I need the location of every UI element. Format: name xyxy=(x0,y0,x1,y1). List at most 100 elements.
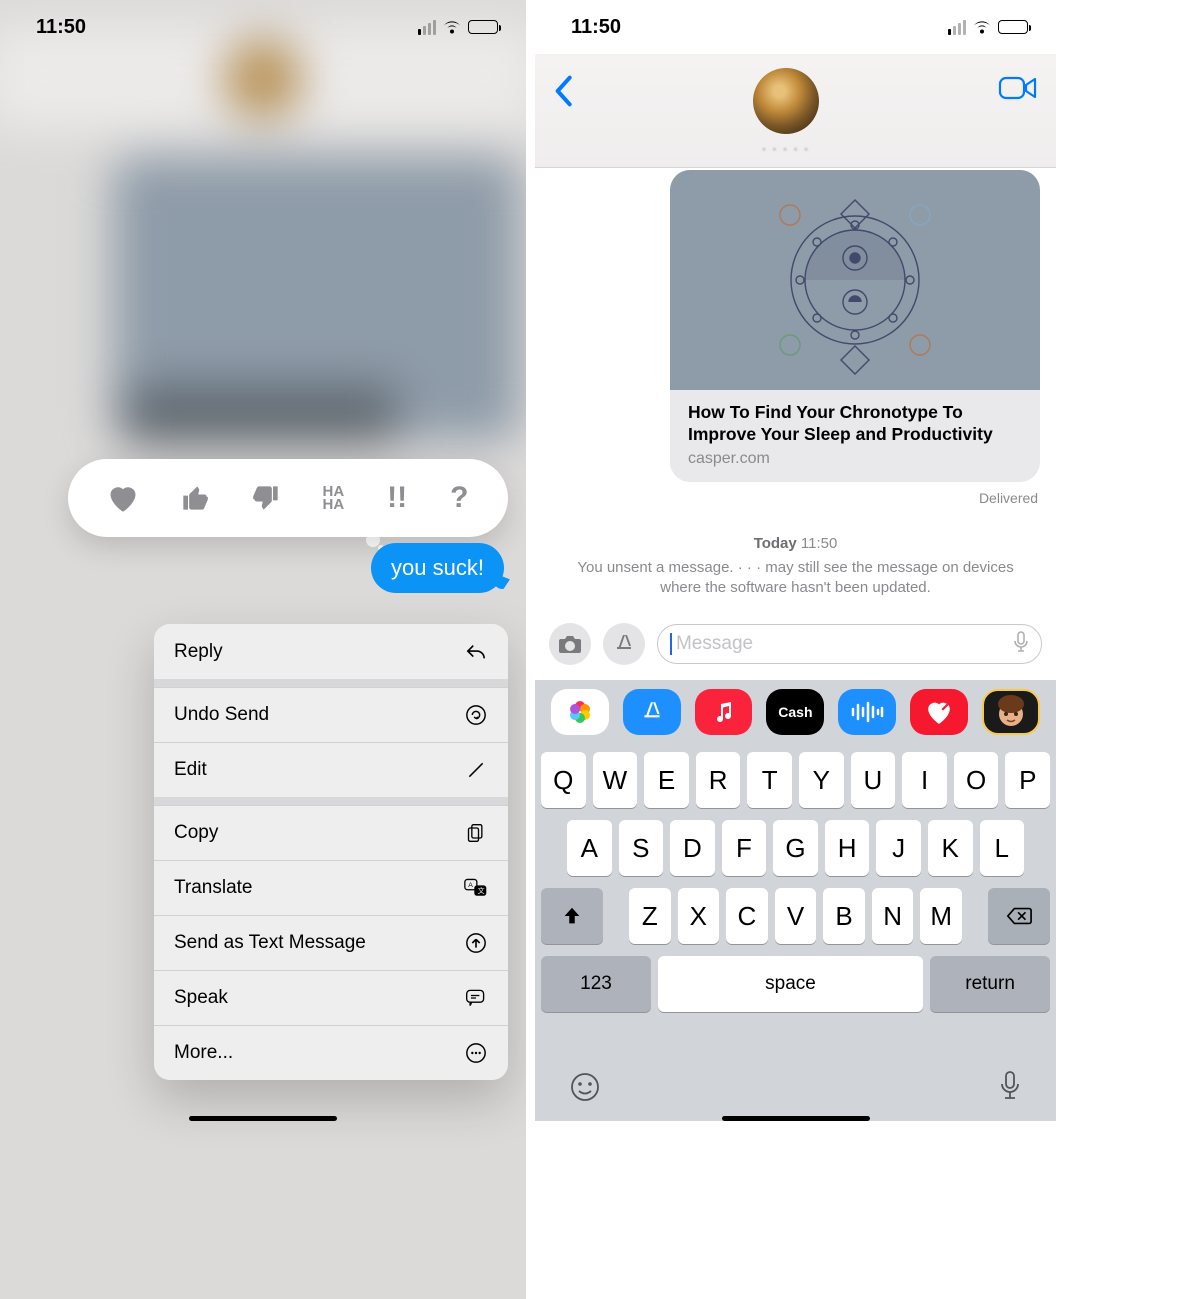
key-w[interactable]: W xyxy=(593,752,638,808)
ctx-reply[interactable]: Reply xyxy=(154,624,508,679)
signal-icon xyxy=(418,20,436,35)
message-text: you suck! xyxy=(391,555,484,580)
ctx-translate[interactable]: Translate A文 xyxy=(154,860,508,915)
key-h[interactable]: H xyxy=(825,820,870,876)
key-x[interactable]: X xyxy=(678,888,720,944)
key-e[interactable]: E xyxy=(644,752,689,808)
tapback-question[interactable]: ? xyxy=(450,481,468,515)
app-audio[interactable] xyxy=(838,689,896,735)
key-n[interactable]: N xyxy=(872,888,914,944)
tapback-exclaim[interactable]: !! xyxy=(387,481,407,515)
tapback-haha[interactable]: HA HA xyxy=(323,485,345,512)
keyboard-footer xyxy=(535,1058,1056,1120)
ctx-send-as-text[interactable]: Send as Text Message xyxy=(154,915,508,970)
more-icon xyxy=(464,1041,488,1065)
key-o[interactable]: O xyxy=(954,752,999,808)
translate-icon: A文 xyxy=(464,876,488,900)
tapback-heart[interactable] xyxy=(108,484,138,512)
app-memoji[interactable] xyxy=(982,689,1040,735)
ctx-copy[interactable]: Copy xyxy=(154,805,508,860)
edit-icon xyxy=(464,758,488,782)
key-p[interactable]: P xyxy=(1005,752,1050,808)
status-bar: 11:50 xyxy=(0,0,526,54)
ctx-undo-send[interactable]: Undo Send xyxy=(154,687,508,742)
dictate-icon[interactable] xyxy=(1013,631,1029,658)
emoji-button[interactable] xyxy=(569,1071,601,1108)
ctx-reply-label: Reply xyxy=(174,641,223,663)
ctx-edit[interactable]: Edit xyxy=(154,742,508,797)
svg-text:文: 文 xyxy=(478,886,485,895)
imessage-app-strip: Cash xyxy=(535,680,1056,744)
key-c[interactable]: C xyxy=(726,888,768,944)
back-button[interactable] xyxy=(553,64,573,116)
app-photos[interactable] xyxy=(551,689,609,735)
app-music[interactable] xyxy=(695,689,753,735)
unsent-notice: You unsent a message. · · · may still se… xyxy=(559,558,1032,599)
wifi-icon xyxy=(972,20,992,34)
tapback-thumbs-up[interactable] xyxy=(181,484,209,512)
app-cash[interactable]: Cash xyxy=(766,689,824,735)
key-shift[interactable] xyxy=(541,888,603,944)
key-f[interactable]: F xyxy=(722,820,767,876)
status-time: 11:50 xyxy=(36,16,86,39)
undo-icon xyxy=(464,703,488,727)
key-delete[interactable] xyxy=(988,888,1050,944)
key-g[interactable]: G xyxy=(773,820,818,876)
ctx-more[interactable]: More... xyxy=(154,1025,508,1080)
message-input-row: Message xyxy=(535,616,1056,672)
key-123[interactable]: 123 xyxy=(541,956,651,1012)
key-j[interactable]: J xyxy=(876,820,921,876)
status-time: 11:50 xyxy=(571,16,621,39)
home-indicator xyxy=(189,1116,337,1121)
right-screenshot: 11:50 · · · · · xyxy=(535,0,1056,1299)
key-v[interactable]: V xyxy=(775,888,817,944)
key-t[interactable]: T xyxy=(747,752,792,808)
contact-name: · · · · · xyxy=(762,140,810,156)
left-screenshot: 11:50 HA HA !! ? xyxy=(0,0,526,1299)
link-preview-card[interactable]: How To Find Your Chronotype To Improve Y… xyxy=(670,170,1040,482)
context-menu: Reply Undo Send Edit Copy Translate A文 xyxy=(154,624,508,1080)
key-y[interactable]: Y xyxy=(799,752,844,808)
link-preview-image xyxy=(670,170,1040,390)
key-u[interactable]: U xyxy=(851,752,896,808)
key-i[interactable]: I xyxy=(902,752,947,808)
ctx-undo-send-label: Undo Send xyxy=(174,704,269,726)
ctx-speak-label: Speak xyxy=(174,987,228,1009)
key-b[interactable]: B xyxy=(823,888,865,944)
speak-icon xyxy=(464,986,488,1010)
key-d[interactable]: D xyxy=(670,820,715,876)
camera-button[interactable] xyxy=(549,623,591,665)
key-a[interactable]: A xyxy=(567,820,612,876)
nav-header: · · · · · xyxy=(535,54,1056,168)
key-m[interactable]: M xyxy=(920,888,962,944)
status-bar: 11:50 xyxy=(535,0,1056,54)
ctx-send-as-text-label: Send as Text Message xyxy=(174,932,366,954)
key-q[interactable]: Q xyxy=(541,752,586,808)
contact-avatar[interactable] xyxy=(753,68,819,134)
link-preview-domain: casper.com xyxy=(688,450,1022,468)
selected-message-bubble[interactable]: you suck! xyxy=(371,543,504,593)
key-space[interactable]: space xyxy=(658,956,923,1012)
signal-icon xyxy=(948,20,966,35)
svg-text:A: A xyxy=(468,882,473,889)
text-cursor xyxy=(670,633,672,655)
key-z[interactable]: Z xyxy=(629,888,671,944)
dictation-button[interactable] xyxy=(998,1070,1022,1109)
ctx-speak[interactable]: Speak xyxy=(154,970,508,1025)
message-field[interactable]: Message xyxy=(657,624,1042,664)
ctx-more-label: More... xyxy=(174,1042,233,1064)
app-digital-touch[interactable] xyxy=(910,689,968,735)
key-k[interactable]: K xyxy=(928,820,973,876)
key-s[interactable]: S xyxy=(619,820,664,876)
tapback-bar: HA HA !! ? xyxy=(68,459,508,537)
key-l[interactable]: L xyxy=(980,820,1025,876)
wifi-icon xyxy=(442,20,462,34)
key-r[interactable]: R xyxy=(696,752,741,808)
appstore-button[interactable] xyxy=(603,623,645,665)
reply-icon xyxy=(464,640,488,664)
key-return[interactable]: return xyxy=(930,956,1050,1012)
tapback-thumbs-down[interactable] xyxy=(252,484,280,512)
app-appstore[interactable] xyxy=(623,689,681,735)
facetime-button[interactable] xyxy=(998,64,1038,107)
copy-icon xyxy=(464,821,488,845)
